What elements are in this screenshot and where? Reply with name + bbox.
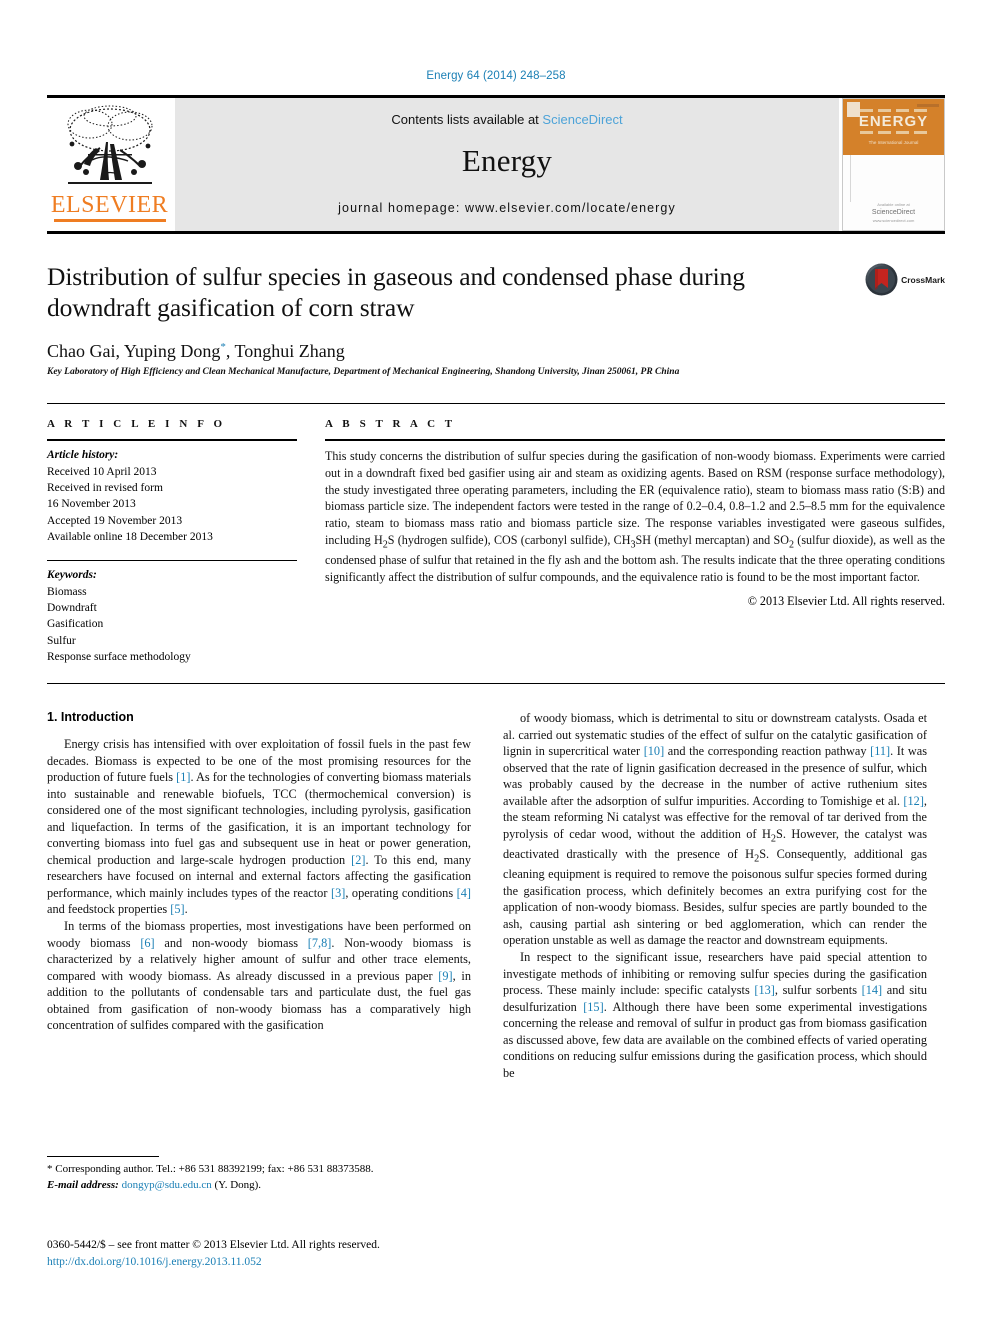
elsevier-wordmark: ELSEVIER <box>50 192 169 218</box>
cover-footer: Available online at ScienceDirect www.sc… <box>843 202 944 230</box>
keywords-rule <box>47 560 297 562</box>
journal-cover-thumbnail[interactable]: ENERGY The International Journal Availab… <box>842 98 945 231</box>
email-owner: (Y. Dong). <box>214 1178 262 1191</box>
abstract-rule <box>325 439 945 442</box>
article-info-heading: A R T I C L E I N F O <box>47 418 226 431</box>
body-columns: 1. Introduction Energy crisis has intens… <box>47 710 945 1081</box>
email-link[interactable]: dongyp@sdu.edu.cn <box>122 1179 212 1191</box>
article-info-column: A R T I C L E I N F O Article history: R… <box>47 418 297 665</box>
info-abstract-block: A R T I C L E I N F O Article history: R… <box>47 403 945 665</box>
authors-main: Chao Gai, Yuping Dong <box>47 341 221 362</box>
history-item: Available online 18 December 2013 <box>47 530 213 543</box>
keywords-list: Keywords: Biomass Downdraft Gasification… <box>47 567 297 665</box>
crossmark-icon <box>865 263 898 296</box>
abstract-text: This study concerns the distribution of … <box>325 449 945 584</box>
abstract-heading: A B S T R A C T <box>325 418 456 431</box>
issn-line: 0360-5442/$ – see front matter © 2013 El… <box>47 1239 380 1251</box>
keywords-label: Keywords: <box>47 569 97 582</box>
cover-bottom-dashes <box>860 131 927 134</box>
abstract-column: A B S T R A C T This study concerns the … <box>325 418 945 665</box>
contents-available-line: Contents lists available at ScienceDirec… <box>391 112 622 127</box>
corresponding-author-note: * Corresponding author. Tel.: +86 531 88… <box>47 1163 374 1175</box>
history-item: 16 November 2013 <box>47 498 136 511</box>
doi-link[interactable]: http://dx.doi.org/10.1016/j.energy.2013.… <box>47 1254 517 1271</box>
affiliation: Key Laboratory of High Efficiency and Cl… <box>47 367 680 378</box>
history-item: Received in revised form <box>47 481 163 494</box>
elsevier-logo: ELSEVIER <box>47 98 172 231</box>
cover-top-dashes <box>860 109 927 112</box>
keyword-item: Sulfur <box>47 634 76 647</box>
masthead-center: Contents lists available at ScienceDirec… <box>175 98 839 231</box>
article-info-rule <box>47 439 297 442</box>
article-history: Article history: Received 10 April 2013 … <box>47 447 297 545</box>
cover-elsevier-mark-icon <box>847 102 860 117</box>
crossmark-badge[interactable]: CrossMark <box>865 263 945 296</box>
page-title: Distribution of sulfur species in gaseou… <box>47 262 745 323</box>
email-label: E-mail address: <box>47 1178 119 1191</box>
history-item: Received 10 April 2013 <box>47 465 157 478</box>
sciencedirect-link[interactable]: ScienceDirect <box>542 112 622 127</box>
elsevier-tree-icon <box>67 105 152 184</box>
contents-prefix: Contents lists available at <box>391 112 539 127</box>
cover-subtitle: The International Journal <box>868 140 919 145</box>
body-column-left: 1. Introduction Energy crisis has intens… <box>47 710 471 1081</box>
paragraph: In respect to the significant issue, res… <box>503 950 927 1080</box>
paragraph: Energy crisis has intensified with over … <box>47 737 471 917</box>
journal-homepage[interactable]: journal homepage: www.elsevier.com/locat… <box>338 201 676 215</box>
keyword-item: Biomass <box>47 585 87 598</box>
footnote-block: * Corresponding author. Tel.: +86 531 88… <box>47 1156 471 1193</box>
journal-masthead: ELSEVIER Contents lists available at Sci… <box>47 95 945 231</box>
article-history-label: Article history: <box>47 449 119 462</box>
author-list: Chao Gai, Yuping Dong*, Tonghui Zhang <box>47 341 945 362</box>
cover-issue-stripe <box>917 104 939 107</box>
cover-foot-line2: ScienceDirect <box>871 209 916 216</box>
crossmark-label: CrossMark <box>901 274 945 285</box>
keyword-item: Gasification <box>47 618 104 631</box>
issn-block: 0360-5442/$ – see front matter © 2013 El… <box>47 1237 517 1270</box>
cover-banner: ENERGY The International Journal <box>843 99 944 155</box>
cover-foot-line1: Available online at <box>877 202 910 207</box>
title-block: Distribution of sulfur species in gaseou… <box>47 261 945 377</box>
cover-journal-title: ENERGY <box>858 113 929 130</box>
journal-title: Energy <box>461 143 553 178</box>
keyword-item: Response surface methodology <box>47 650 191 663</box>
authors-tail: , Tonghui Zhang <box>225 341 345 362</box>
running-head: Energy 64 (2014) 248–258 <box>426 70 566 82</box>
paragraph: In terms of the biomass properties, most… <box>47 919 471 1033</box>
paper-page: Energy 64 (2014) 248–258 ELSEVIER Conten… <box>0 0 992 1323</box>
keyword-item: Downdraft <box>47 601 97 614</box>
body-column-right: of woody biomass, which is detrimental t… <box>503 710 927 1081</box>
email-note: E-mail address: dongyp@sdu.edu.cn (Y. Do… <box>47 1178 471 1194</box>
abstract-bottom-rule <box>47 683 945 685</box>
cover-foot-line3: www.sciencedirect.com <box>872 218 915 223</box>
masthead-bottom-rule <box>47 231 945 234</box>
abstract-copyright: © 2013 Elsevier Ltd. All rights reserved… <box>747 594 945 609</box>
elsevier-underline <box>53 219 166 222</box>
footnote-rule <box>47 1156 159 1157</box>
section-heading-introduction: 1. Introduction <box>47 710 134 725</box>
history-item: Accepted 19 November 2013 <box>47 514 183 527</box>
paragraph: of woody biomass, which is detrimental t… <box>503 711 928 948</box>
cover-body <box>843 155 944 202</box>
